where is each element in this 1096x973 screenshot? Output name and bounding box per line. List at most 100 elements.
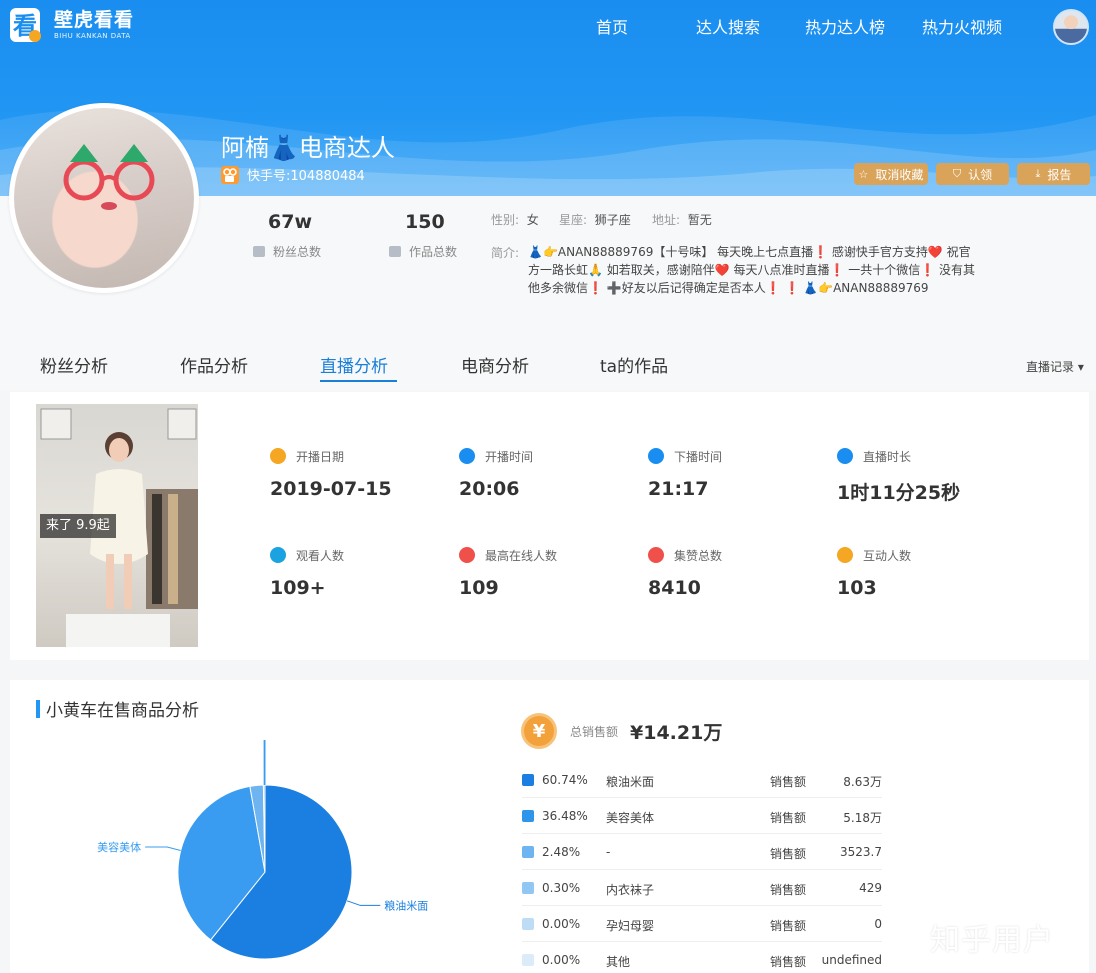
kpi-value: 8410 [648, 577, 701, 599]
kpi-label: 最高在线人数 [485, 548, 558, 563]
pie-label: 美容美体 [97, 840, 141, 854]
party-glasses-decoration [63, 144, 155, 210]
nav-hot-videos[interactable]: 热力火视频 [922, 14, 1002, 38]
nav-hot-creators[interactable]: 热力达人榜 [805, 14, 885, 38]
pie-label: 粮油米面 [384, 898, 428, 912]
sales-metric-label: 销售额 [770, 775, 807, 789]
report-button[interactable]: ⤓ 报告 [1017, 163, 1090, 185]
kpi-value: 21:17 [648, 478, 709, 500]
works-icon [389, 246, 401, 257]
sales-metric-label: 销售额 [770, 919, 807, 933]
shield-icon: ⛉ [952, 167, 962, 180]
category-swatch [522, 810, 534, 822]
kpi-value: 103 [837, 577, 877, 599]
table-row: 60.74% 粮油米面 销售额 8.63万 [522, 762, 882, 798]
works-count: 150 [405, 211, 445, 233]
category-percent: 2.48% [542, 845, 581, 859]
kpi-label: 集赞总数 [674, 548, 723, 563]
category-swatch [522, 774, 534, 786]
table-row: 2.48% - 销售额 3523.7 [522, 834, 882, 870]
nav-home[interactable]: 首页 [596, 14, 628, 38]
sales-metric-label: 销售额 [770, 955, 807, 969]
creator-bio: 👗👉ANAN88889769【十号味】 每天晚上七点直播❗ 感谢快手官方支持❤️… [528, 245, 976, 295]
category-name: 美容美体 [606, 811, 655, 825]
category-percent: 0.00% [542, 917, 581, 931]
works-label: 作品总数 [409, 245, 458, 259]
tab-ecommerce-analysis[interactable]: 电商分析 [461, 352, 529, 377]
category-sales-amount: 429 [859, 881, 882, 895]
category-name: - [606, 845, 611, 859]
sales-metric-label: 销售额 [770, 847, 807, 861]
category-sales-amount: 8.63万 [843, 775, 882, 789]
unfollow-button[interactable]: ☆ 取消收藏 [854, 163, 928, 185]
category-sales-amount: 0 [874, 917, 882, 931]
category-sales-table: 60.74% 粮油米面 销售额 8.63万 36.48% 美容美体 销售额 5.18万 2.48… [522, 762, 882, 973]
pie-leader-line [145, 846, 181, 851]
category-sales-amount: 3523.7 [840, 845, 882, 859]
stop-icon [648, 448, 664, 464]
category-sales-amount: 5.18万 [843, 811, 882, 825]
total-sales: ¥ 总销售额 ¥14.21万 [521, 713, 722, 749]
category-swatch [522, 846, 534, 858]
user-avatar[interactable] [1053, 9, 1089, 45]
category-swatch [522, 882, 534, 894]
cover-price-tag: 来了 9.9起 [40, 514, 116, 538]
kpi-start-time: 开播时间 20:06 [459, 448, 533, 500]
pie-leader-line [263, 740, 265, 786]
kpi-label: 下播时间 [674, 449, 723, 464]
kpi-value: 2019-07-15 [270, 478, 392, 500]
category-percent: 36.48% [542, 809, 588, 823]
kpi-peak-online: 最高在线人数 109 [459, 547, 557, 599]
claim-button[interactable]: ⛉ 认领 [936, 163, 1009, 185]
kpi-label: 开播日期 [296, 449, 345, 464]
kpi-label: 互动人数 [863, 548, 912, 563]
category-swatch [522, 954, 534, 966]
products-section-title: 小黄车在售商品分析 [36, 696, 199, 721]
creator-name: 阿楠👗电商达人 [221, 134, 395, 162]
kpi-value: 109 [459, 577, 499, 599]
category-sales-amount: undefined [821, 953, 882, 967]
category-swatch [522, 918, 534, 930]
duration-icon [837, 448, 853, 464]
pie-leader-line [346, 900, 381, 906]
brand-title: 壁虎看看 [54, 9, 135, 31]
tab-works-analysis[interactable]: 作品分析 [180, 352, 248, 377]
category-percent: 0.00% [542, 953, 581, 967]
category-percent: 60.74% [542, 773, 588, 787]
kpi-label: 开播时间 [485, 449, 534, 464]
kuaishou-id: 快手号:104880484 [247, 169, 365, 184]
active-tab-indicator [320, 380, 397, 382]
fans-label: 粉丝总数 [273, 245, 322, 259]
table-row: 36.48% 美容美体 销售额 5.18万 [522, 798, 882, 834]
kpi-value: 20:06 [459, 478, 520, 500]
total-sales-value: ¥14.21万 [630, 721, 723, 744]
brand-subtitle: BIHU KANKAN DATA [54, 32, 131, 40]
category-name: 内衣袜子 [606, 883, 655, 897]
analysis-tabs: 粉丝分析 作品分析 直播分析 电商分析 ta的作品 直播记录 ▾ [0, 330, 1096, 390]
calendar-icon [270, 448, 286, 464]
fans-count: 67w [268, 211, 312, 233]
kpi-total-likes: 集赞总数 8410 [648, 547, 722, 599]
total-sales-label: 总销售额 [570, 724, 619, 739]
creator-avatar [14, 108, 194, 288]
kpi-label: 观看人数 [296, 548, 345, 563]
live-cover-image[interactable]: 来了 9.9起 [36, 404, 198, 647]
chat-icon [837, 547, 853, 563]
brand-logo[interactable]: 看 壁虎看看 BIHU KANKAN DATA [8, 6, 134, 44]
section-accent-bar [36, 699, 40, 718]
kpi-start-date: 开播日期 2019-07-15 [270, 448, 392, 500]
kuaishou-icon [221, 165, 239, 184]
live-session-card: 来了 9.9起 开播日期 2019-07-15 开播时间 20:06 下播时间 21:17… [10, 392, 1089, 660]
pie-leader-line [264, 740, 266, 785]
nav-creator-search[interactable]: 达人搜索 [696, 14, 760, 38]
play-icon [459, 448, 475, 464]
tab-live-analysis[interactable]: 直播分析 [320, 352, 388, 377]
kpi-label: 直播时长 [863, 449, 912, 464]
live-record-dropdown[interactable]: 直播记录 ▾ [1026, 358, 1084, 375]
table-row: 0.00% 孕妇母婴 销售额 0 [522, 906, 882, 942]
kpi-duration: 直播时长 1时11分25秒 [837, 448, 960, 505]
tab-fans-analysis[interactable]: 粉丝分析 [40, 352, 108, 377]
bio-label: 简介: [491, 246, 520, 260]
star-icon: ☆ [858, 167, 869, 181]
tab-their-works[interactable]: ta的作品 [600, 352, 668, 377]
